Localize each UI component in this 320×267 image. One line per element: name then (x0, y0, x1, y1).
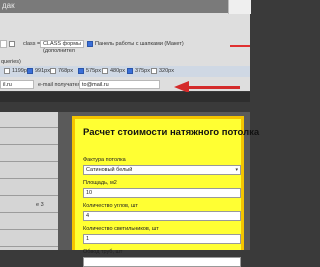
sidebar-item-label: е 3 (36, 202, 44, 208)
sidebar-item[interactable] (0, 231, 58, 247)
recipient-email-field[interactable]: to@mail.ru (79, 80, 160, 89)
sidebar-item[interactable] (0, 214, 58, 230)
recipient-label: e-mail получателя (38, 82, 84, 88)
breakpoint-label: 480px (110, 68, 125, 74)
title-strip: дак (0, 0, 250, 13)
sidebar-item[interactable] (0, 112, 58, 128)
sidebar-item[interactable]: е 3 (0, 197, 58, 213)
breakpoint-label: 375px (135, 68, 150, 74)
calculator-field-value: 1 (86, 236, 90, 242)
breakpoint-checkbox[interactable] (27, 68, 33, 74)
breakpoint-label: 320px (159, 68, 174, 74)
red-marker (230, 45, 250, 47)
sender-email-value: il.ru (3, 82, 12, 88)
calculator-input[interactable]: 4 (83, 211, 241, 221)
title-text: дак (2, 1, 15, 10)
calculator-field-label: Фактура потолка (83, 157, 126, 163)
sidebar: е 3 (0, 112, 58, 250)
left-checkbox[interactable] (9, 41, 15, 47)
calculator-input[interactable]: 1 (83, 234, 241, 244)
top-right-panel[interactable] (228, 0, 251, 14)
calculator-input[interactable] (83, 257, 241, 267)
sidebar-item[interactable] (0, 146, 58, 162)
left-dropdown[interactable] (0, 40, 7, 48)
sidebar-item[interactable] (0, 180, 58, 196)
breakpoint-label: 768px (58, 68, 73, 74)
panel-checkbox[interactable] (87, 41, 93, 47)
class-label: class = (23, 41, 41, 47)
calculator-field-label: Количество светильников, шт (83, 226, 159, 232)
breakpoint-checkbox[interactable] (102, 68, 108, 74)
panel-label: Панель работы с шапками (Макет) (95, 41, 184, 47)
sidebar-item[interactable] (0, 163, 58, 179)
arrow-shaft (188, 86, 240, 89)
calculator-field-label: Площадь, м2 (83, 180, 117, 186)
calculator-input[interactable]: 10 (83, 188, 241, 198)
calculator-field-value: Сатиновый белый (86, 167, 133, 173)
sidebar-item[interactable] (0, 129, 58, 145)
calculator-title: Расчет стоимости натяжного потолка (83, 127, 260, 138)
breakpoint-checkbox[interactable] (50, 68, 56, 74)
breakpoint-checkbox[interactable] (4, 68, 10, 74)
recipient-email-value: to@mail.ru (82, 82, 109, 88)
sender-email-field[interactable]: il.ru (0, 80, 34, 89)
dark-header-bar (0, 92, 250, 102)
breakpoint-checkbox[interactable] (127, 68, 133, 74)
chevron-down-icon: ▾ (235, 167, 238, 173)
calculator-select[interactable]: Сатиновый белый ▾ (83, 165, 241, 175)
breakpoint-checkbox[interactable] (78, 68, 84, 74)
calculator-field-value: 4 (86, 213, 90, 219)
breakpoint-label: 991px (35, 68, 50, 74)
calculator-field-value: 10 (86, 190, 93, 196)
class-dropdown[interactable]: CLASS формы (дополнител (40, 40, 84, 54)
media-queries-label: queries) (1, 59, 21, 65)
breakpoint-checkbox[interactable] (151, 68, 157, 74)
breakpoint-label: 575px (86, 68, 101, 74)
ceiling-calculator-form: Расчет стоимости натяжного потолка Факту… (72, 116, 259, 267)
calculator-field-label: Количество углов, шт (83, 203, 138, 209)
